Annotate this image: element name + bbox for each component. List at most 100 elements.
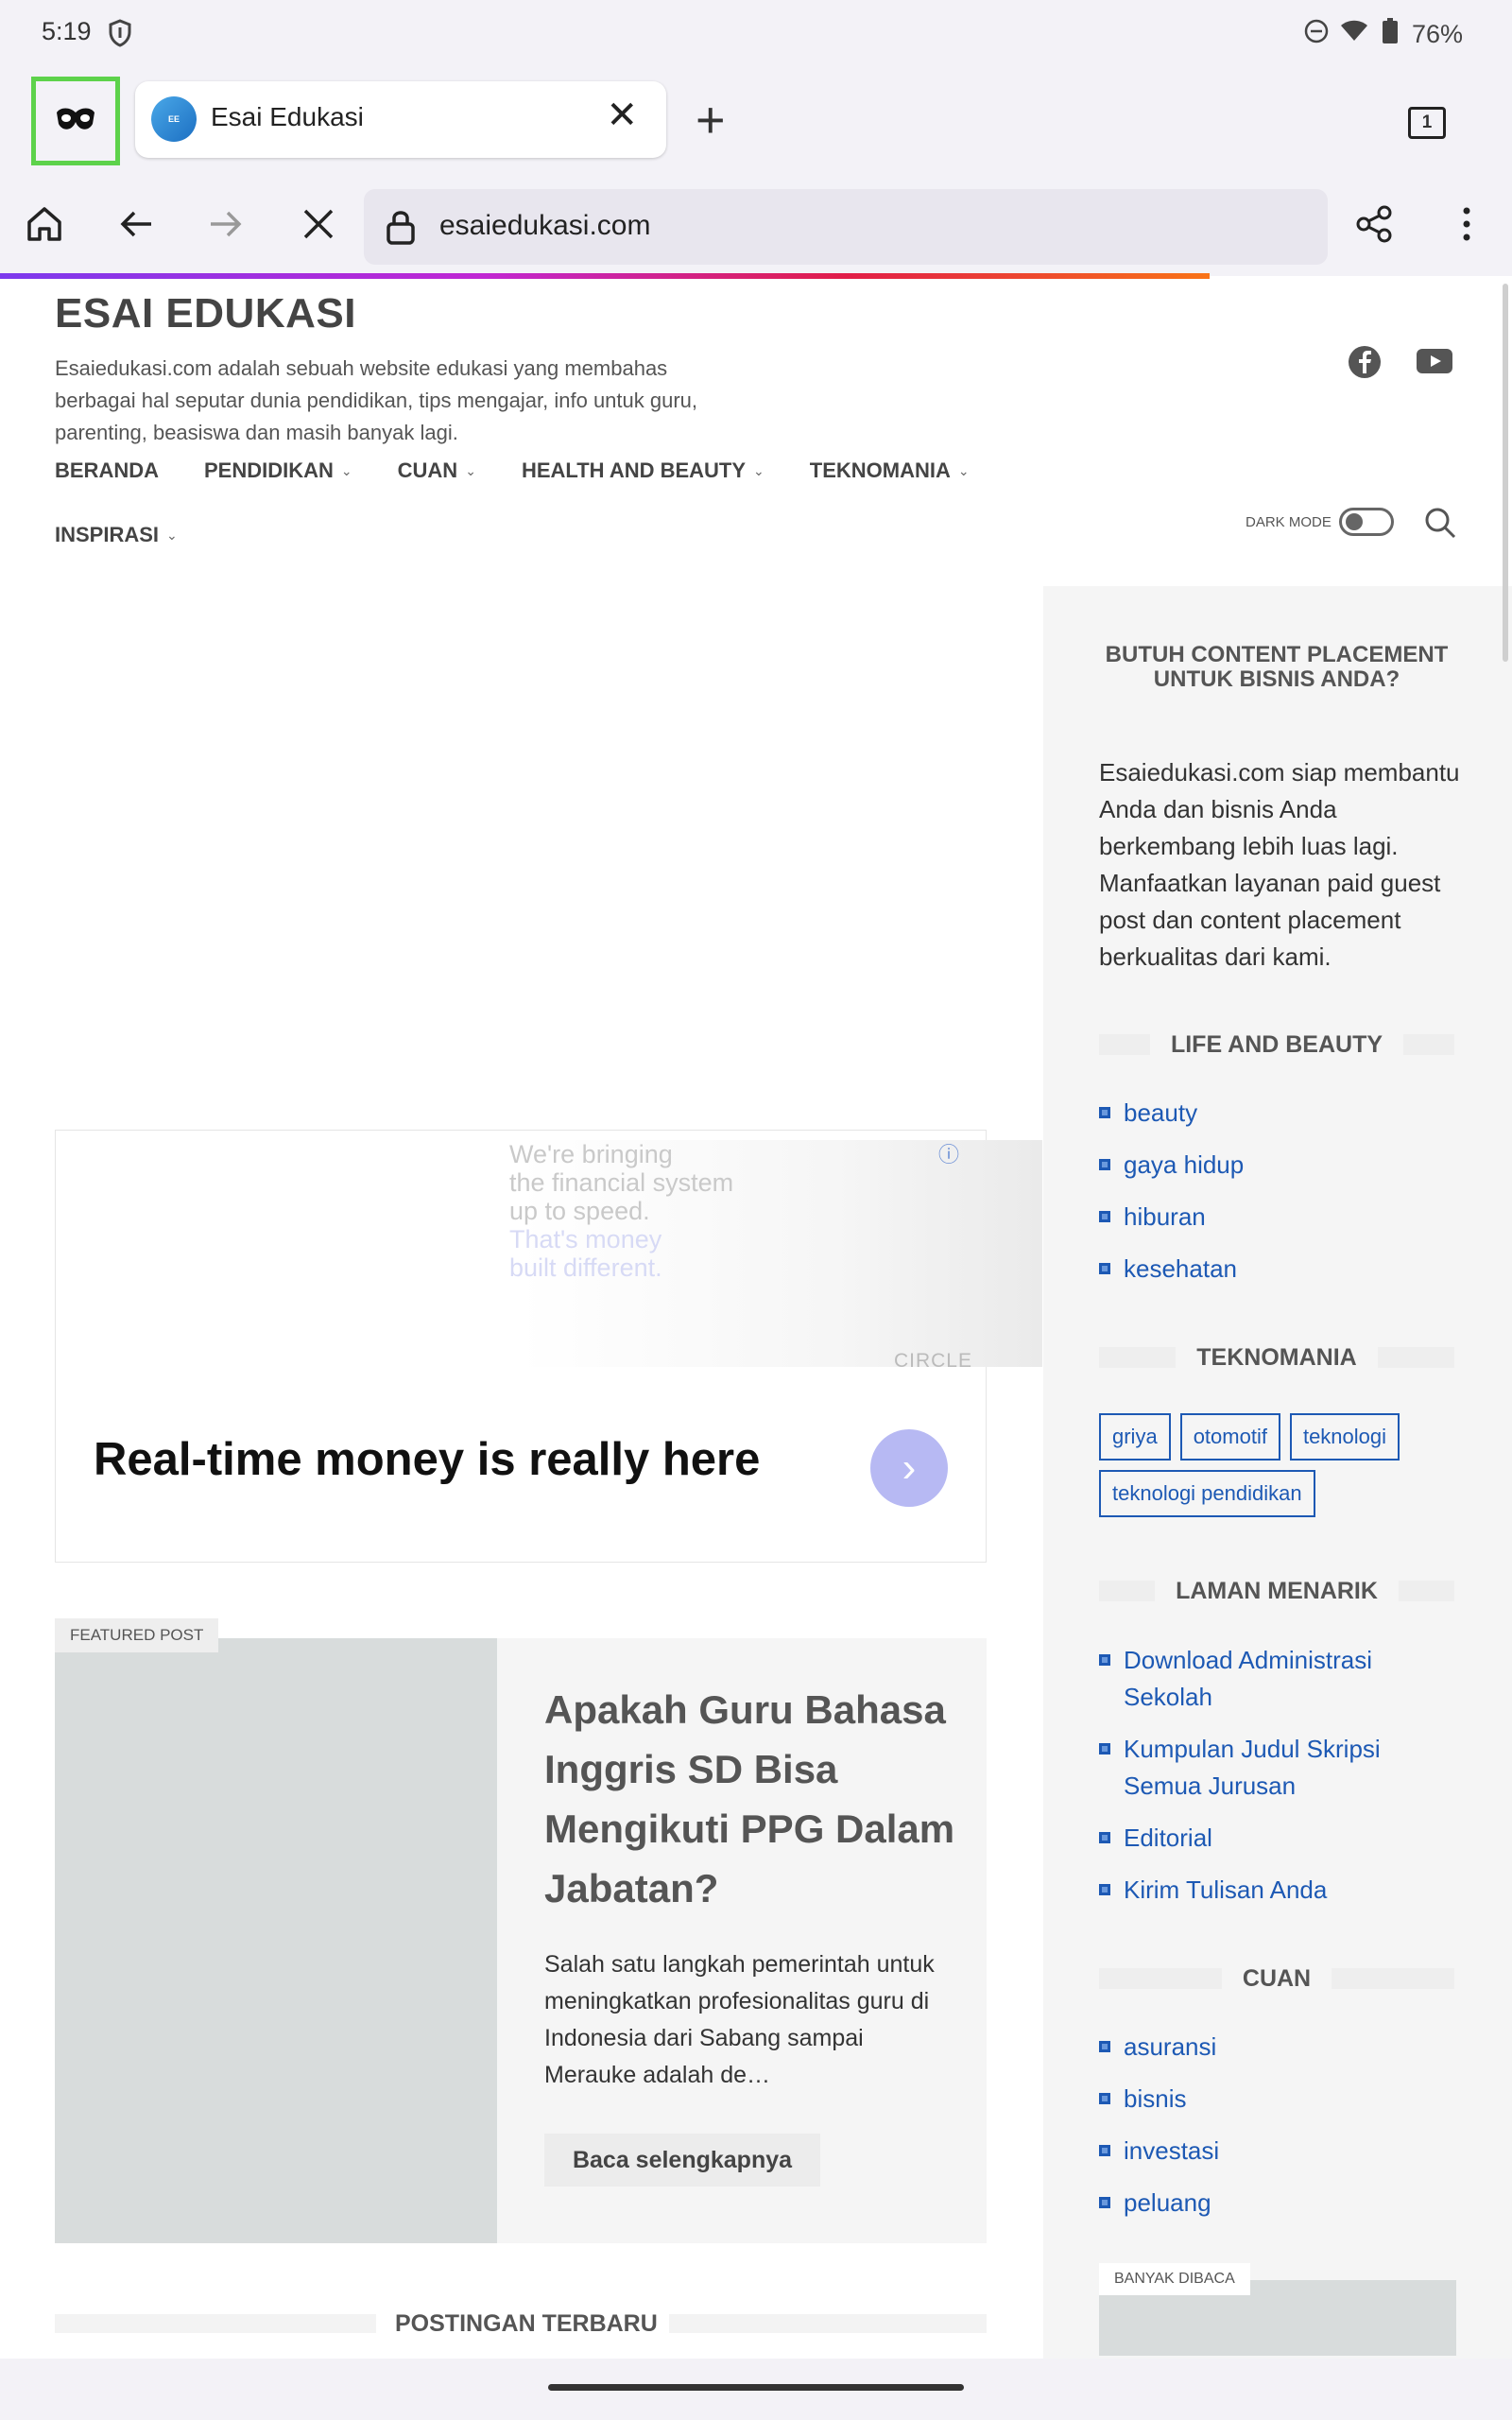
- tag[interactable]: otomotif: [1179, 1413, 1280, 1461]
- tag[interactable]: griya: [1099, 1413, 1171, 1461]
- list-item[interactable]: Editorial: [1099, 1820, 1411, 1857]
- section-title: LAMAN MENARIK: [1155, 1577, 1399, 1605]
- wifi-icon: [1340, 20, 1368, 49]
- bullet: [1099, 1832, 1110, 1843]
- arrow-right-icon[interactable]: ›: [870, 1429, 948, 1507]
- plus-icon[interactable]: +: [696, 95, 726, 146]
- list-item[interactable]: Kumpulan Judul Skripsi Semua Jurusan: [1099, 1731, 1411, 1805]
- list-item[interactable]: asuransi: [1099, 2029, 1477, 2066]
- list-item-label: Download Administrasi Sekolah: [1124, 1646, 1373, 1711]
- section-header-laman: LAMAN MENARIK: [1099, 1577, 1454, 1605]
- chevron-down-icon: ⌄: [340, 462, 352, 478]
- list-item-label: hiburan: [1124, 1202, 1206, 1231]
- featured-excerpt: Salah satu langkah pemerintah untuk meni…: [544, 1951, 935, 2088]
- site-title[interactable]: ESAI EDUKASI: [55, 290, 356, 337]
- ad-copy-line: up to speed.: [509, 1197, 650, 1225]
- more-icon[interactable]: [1443, 200, 1490, 248]
- nav-teknomania[interactable]: TEKNOMANIA ⌄: [810, 458, 970, 483]
- list-item[interactable]: hiburan: [1099, 1199, 1477, 1236]
- nav-beranda[interactable]: BERANDA: [55, 458, 159, 483]
- address-bar[interactable]: esaiedukasi.com: [364, 189, 1328, 265]
- read-more-button[interactable]: Baca selengkapnya: [544, 2134, 820, 2187]
- list-item-label: kesehatan: [1124, 1254, 1237, 1283]
- list-item[interactable]: kesehatan: [1099, 1251, 1477, 1288]
- bullet: [1099, 2041, 1110, 2052]
- header-bar: [1099, 1347, 1177, 1368]
- section-title: LIFE AND BEAUTY: [1149, 1030, 1404, 1059]
- chevron-down-icon: ⌄: [753, 462, 765, 478]
- dark-mode-toggle[interactable]: DARK MODE: [1246, 508, 1394, 536]
- list-item[interactable]: beauty: [1099, 1095, 1477, 1132]
- facebook-icon[interactable]: [1348, 345, 1382, 384]
- list-item-label: beauty: [1124, 1098, 1198, 1127]
- featured-image[interactable]: [55, 1638, 497, 2243]
- tag[interactable]: teknologi pendidikan: [1099, 1470, 1315, 1517]
- dark-mode-label: DARK MODE: [1246, 513, 1332, 530]
- nav-inspirasi[interactable]: INSPIRASI ⌄: [55, 523, 178, 547]
- nav-label: TEKNOMANIA: [809, 458, 951, 482]
- nav-label: CUAN: [397, 458, 458, 482]
- share-icon[interactable]: [1351, 200, 1399, 248]
- header-bar: [1099, 1968, 1222, 1989]
- tab-count-icon[interactable]: 1: [1408, 107, 1446, 139]
- incognito-button[interactable]: [31, 77, 120, 165]
- youtube-icon[interactable]: [1417, 347, 1452, 380]
- toggle-switch[interactable]: [1338, 508, 1394, 536]
- featured-label: FEATURED POST: [55, 1618, 219, 1652]
- life-list: beauty gaya hidup hiburan kesehatan: [1099, 1095, 1477, 1303]
- bullet: [1099, 1159, 1110, 1170]
- status-time: 5:19: [42, 17, 92, 45]
- list-item[interactable]: investasi: [1099, 2133, 1477, 2169]
- home-icon[interactable]: [21, 200, 68, 248]
- bullet: [1099, 1107, 1110, 1118]
- browser-tab[interactable]: EE Esai Edukasi ✕: [135, 81, 666, 158]
- recent-posts-title: POSTINGAN TERBARU: [395, 2310, 658, 2337]
- chevron-down-icon: ⌄: [465, 462, 476, 478]
- nav-pendidikan[interactable]: PENDIDIKAN ⌄: [204, 458, 352, 483]
- list-item-label: gaya hidup: [1124, 1150, 1245, 1179]
- battery-icon: [1380, 17, 1400, 52]
- list-item[interactable]: Download Administrasi Sekolah: [1099, 1642, 1411, 1716]
- chevron-down-icon: ⌄: [957, 462, 970, 478]
- bullet: [1099, 2197, 1110, 2208]
- close-icon[interactable]: ✕: [606, 96, 638, 134]
- forward-icon[interactable]: [202, 200, 249, 248]
- header-bar: [1099, 1034, 1150, 1055]
- main-nav: BERANDA PENDIDIKAN ⌄ CUAN ⌄ HEALTH AND BEA…: [55, 458, 1015, 483]
- featured-title[interactable]: Apakah Guru Bahasa Inggris SD Bisa Mengi…: [544, 1680, 960, 1918]
- bullet: [1099, 1654, 1110, 1666]
- chevron-down-icon: ⌄: [166, 527, 178, 543]
- list-item-label: bisnis: [1124, 2084, 1187, 2113]
- header-bar: [1332, 1968, 1454, 1989]
- search-icon[interactable]: [1423, 506, 1457, 544]
- popular-label: BANYAK DIBACA: [1099, 2263, 1250, 2295]
- tab-title: Esai Edukasi: [211, 102, 364, 131]
- nav-label: INSPIRASI: [55, 523, 160, 546]
- ad-copy-line: built different.: [509, 1253, 662, 1282]
- tag-cloud: griya otomotif teknologi teknologi pendi…: [1099, 1413, 1468, 1517]
- bullet: [1099, 1884, 1110, 1895]
- tag[interactable]: teknologi: [1289, 1413, 1400, 1461]
- list-item[interactable]: Kirim Tulisan Anda: [1099, 1872, 1411, 1909]
- home-gesture-handle[interactable]: [548, 2384, 964, 2391]
- list-item[interactable]: bisnis: [1099, 2081, 1477, 2118]
- back-icon[interactable]: [112, 200, 160, 248]
- nav-label: BERANDA: [55, 458, 159, 482]
- lock-icon: [385, 208, 417, 251]
- info-icon[interactable]: ⓘ: [938, 1138, 959, 1168]
- stop-icon[interactable]: [295, 200, 342, 248]
- list-item-label: Editorial: [1124, 1824, 1212, 1852]
- bullet: [1099, 2145, 1110, 2156]
- bullet: [1099, 1211, 1110, 1222]
- ad-copy-line: We're bringing: [509, 1140, 673, 1168]
- page-scrollbar[interactable]: [1503, 284, 1508, 662]
- dnd-icon: [1304, 19, 1329, 50]
- list-item[interactable]: gaya hidup: [1099, 1147, 1477, 1184]
- ad-banner[interactable]: We're bringing the financial system up t…: [55, 1130, 1042, 1563]
- featured-card: Apakah Guru Bahasa Inggris SD Bisa Mengi…: [497, 1638, 987, 2243]
- list-item[interactable]: peluang: [1099, 2185, 1477, 2221]
- nav-health-and-beauty[interactable]: HEALTH AND BEAUTY ⌄: [522, 458, 765, 483]
- nav-cuan[interactable]: CUAN ⌄: [398, 458, 476, 483]
- promo-text: Esaiedukasi.com siap membantu Anda dan b…: [1099, 758, 1460, 971]
- status-icons: 76%: [1304, 17, 1463, 52]
